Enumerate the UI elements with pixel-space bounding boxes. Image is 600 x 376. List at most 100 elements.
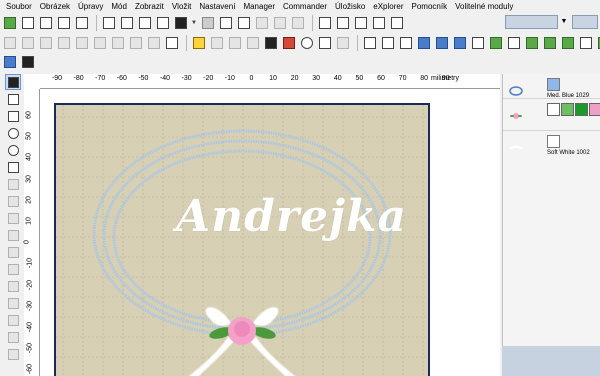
text-button[interactable]: [155, 15, 171, 31]
tool-button-a9[interactable]: [146, 35, 162, 51]
menu-obrazek[interactable]: Obrázek: [36, 0, 74, 13]
menu-explorer[interactable]: eXplorer: [369, 0, 407, 13]
thread-swatch[interactable]: [561, 103, 574, 116]
wave-tool[interactable]: [5, 278, 21, 294]
tool-button-a19[interactable]: [335, 35, 351, 51]
menu-pomocnik[interactable]: Pomocník: [408, 0, 452, 13]
tool-button-a6[interactable]: [92, 35, 108, 51]
stitch-tool[interactable]: [5, 176, 21, 192]
save-button[interactable]: [173, 15, 189, 31]
tool-button-a23[interactable]: [416, 35, 432, 51]
tool-button-2[interactable]: [20, 15, 36, 31]
toolbar-small: [0, 53, 600, 71]
rect-tool[interactable]: [5, 159, 21, 175]
help-button[interactable]: [191, 35, 207, 51]
menu-nastaveni[interactable]: Nastavení: [195, 0, 239, 13]
open-button[interactable]: [119, 15, 135, 31]
design-title-text[interactable]: Andrejka: [176, 191, 407, 242]
menu-vlozit[interactable]: Vložit: [168, 0, 196, 13]
view-select-arrow[interactable]: ▼: [560, 15, 568, 29]
redo-button[interactable]: [335, 15, 351, 31]
tool-button-a16[interactable]: [281, 35, 297, 51]
menu-commander[interactable]: Commander: [279, 0, 331, 13]
thread-swatch[interactable]: [547, 78, 560, 91]
tool-button-a18[interactable]: [317, 35, 333, 51]
tool-button-a14[interactable]: [245, 35, 261, 51]
tool-button-a24[interactable]: [434, 35, 450, 51]
tool-button-a4[interactable]: [56, 35, 72, 51]
zoom-tool[interactable]: [5, 142, 21, 158]
export-button[interactable]: [236, 15, 252, 31]
thread-row[interactable]: Soft White 1002: [503, 130, 600, 170]
menu-zobrazit[interactable]: Zobrazit: [131, 0, 168, 13]
tool-button-a26[interactable]: [470, 35, 486, 51]
tool-button-a33[interactable]: [596, 35, 600, 51]
tool-button-a25[interactable]: [452, 35, 468, 51]
tool-button-b1[interactable]: [2, 54, 18, 70]
tool-button-a20[interactable]: [362, 35, 378, 51]
thread-swatch[interactable]: [575, 103, 588, 116]
tool-button-a5[interactable]: [74, 35, 90, 51]
tool-button-a30[interactable]: [542, 35, 558, 51]
tool-button-4[interactable]: [56, 15, 72, 31]
tool-button-a29[interactable]: [524, 35, 540, 51]
menu-upravy[interactable]: Úpravy: [74, 0, 107, 13]
tool-button-a7[interactable]: [110, 35, 126, 51]
copy-button[interactable]: [371, 15, 387, 31]
paste-button[interactable]: [389, 15, 405, 31]
insert-button[interactable]: [137, 15, 153, 31]
letter-tool[interactable]: [5, 261, 21, 277]
new-button[interactable]: [101, 15, 117, 31]
thread-swatch[interactable]: [589, 103, 600, 116]
menu-mod[interactable]: Mód: [107, 0, 131, 13]
tool-button-a17[interactable]: [299, 35, 315, 51]
tool-button-3[interactable]: [38, 15, 54, 31]
tool-button-a21[interactable]: [380, 35, 396, 51]
tool-button-a12[interactable]: [209, 35, 225, 51]
tool-button-15[interactable]: [272, 15, 288, 31]
tool-button-a27[interactable]: [488, 35, 504, 51]
menu-manager[interactable]: Manager: [239, 0, 279, 13]
select-tool[interactable]: [5, 74, 21, 90]
zoom-select[interactable]: [572, 15, 598, 29]
tool-button-a15[interactable]: [263, 35, 279, 51]
tool-button-a8[interactable]: [128, 35, 144, 51]
arrow-tool[interactable]: [5, 244, 21, 260]
hoop-tool-button[interactable]: [2, 15, 18, 31]
triangle-tool[interactable]: [5, 210, 21, 226]
tool-button-a1[interactable]: [2, 35, 18, 51]
reshape-tool[interactable]: [5, 108, 21, 124]
tool-button-5[interactable]: [74, 15, 90, 31]
rotate-tool[interactable]: [5, 125, 21, 141]
menu-ulozisko[interactable]: Úložisko: [331, 0, 369, 13]
tool-button-a2[interactable]: [20, 35, 36, 51]
star-tool[interactable]: [5, 295, 21, 311]
embroidery-hoop[interactable]: Andrejka: [54, 103, 430, 376]
tool-button-b2[interactable]: [20, 54, 36, 70]
curve-tool[interactable]: [5, 329, 21, 345]
tool-button-a22[interactable]: [398, 35, 414, 51]
thread-swatch[interactable]: [547, 103, 560, 116]
fill-tool[interactable]: [5, 227, 21, 243]
cross-tool[interactable]: [5, 193, 21, 209]
thread-swatch[interactable]: [547, 135, 560, 148]
menu-volitelne-moduly[interactable]: Volitelné moduly: [451, 0, 517, 13]
tool-button-14[interactable]: [254, 15, 270, 31]
cut-button[interactable]: [353, 15, 369, 31]
tool-button-a31[interactable]: [560, 35, 576, 51]
tool-button-16[interactable]: [290, 15, 306, 31]
tool-button-a13[interactable]: [227, 35, 243, 51]
tool-button-a10[interactable]: [164, 35, 180, 51]
view-select[interactable]: [505, 15, 558, 29]
tool-button-a28[interactable]: [506, 35, 522, 51]
tool-button-a3[interactable]: [38, 35, 54, 51]
mail-button[interactable]: [218, 15, 234, 31]
menu-soubor[interactable]: Soubor: [6, 0, 36, 13]
node-tool[interactable]: [5, 91, 21, 107]
line-tool[interactable]: [5, 312, 21, 328]
undo-button[interactable]: [317, 15, 333, 31]
spiral-tool[interactable]: [5, 346, 21, 362]
tool-button-a32[interactable]: [578, 35, 594, 51]
print-button[interactable]: [200, 15, 216, 31]
save-dropdown-arrow[interactable]: ▼: [191, 20, 197, 26]
